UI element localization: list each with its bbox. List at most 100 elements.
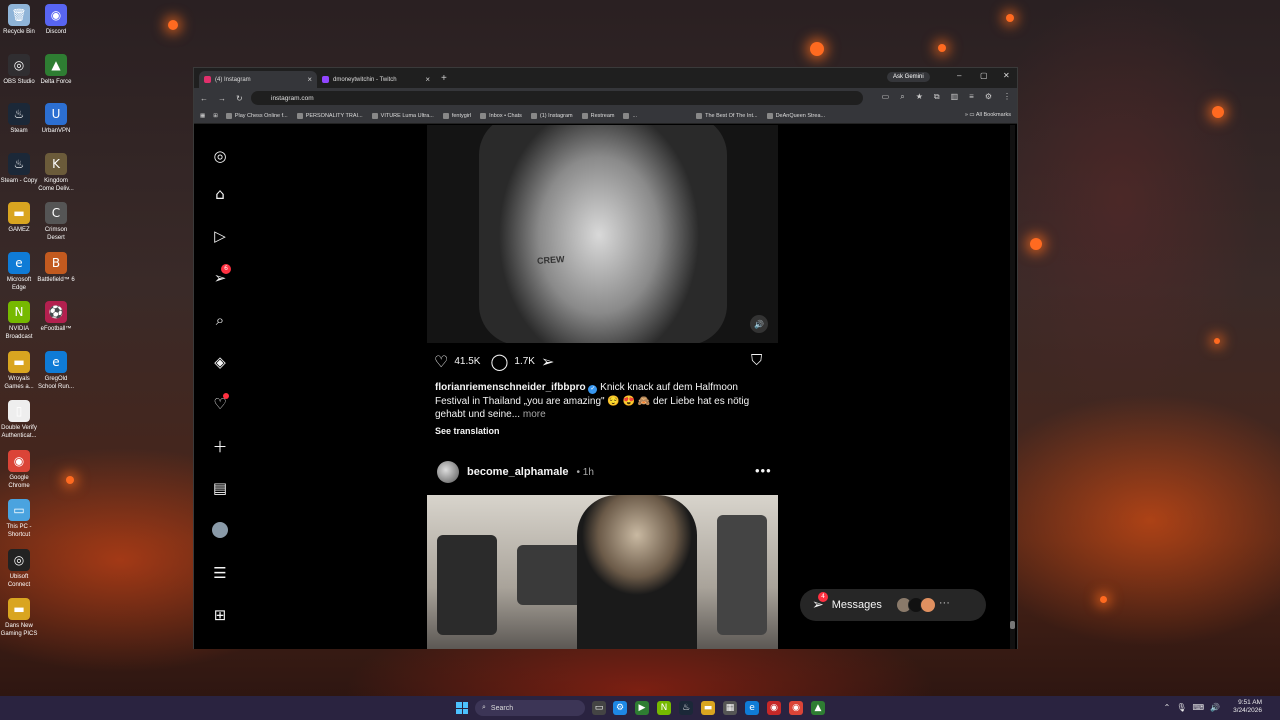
- close-window-button[interactable]: ✕: [1003, 71, 1010, 80]
- sidebar-icon[interactable]: ▥: [951, 92, 959, 102]
- edge-icon[interactable]: e: [745, 701, 759, 715]
- menu-icon[interactable]: ⋮: [1003, 92, 1011, 102]
- desktop-icon[interactable]: ▬ GAMEZ: [0, 202, 38, 234]
- all-bookmarks-button[interactable]: » ▭ All Bookmarks: [965, 112, 1011, 118]
- post-image[interactable]: [427, 495, 778, 649]
- share-icon[interactable]: ➢: [541, 352, 554, 371]
- settings-icon[interactable]: ⚙: [613, 701, 627, 715]
- post-username[interactable]: florianriemenschneider_ifbbpro: [435, 382, 586, 393]
- notifications-heart-icon[interactable]: ♡: [209, 393, 231, 415]
- install-app-icon[interactable]: ▭: [882, 92, 890, 102]
- tab-instagram[interactable]: (4) Instagram ×: [199, 71, 317, 88]
- bookmark-item[interactable]: The Best Of The Int...: [696, 112, 758, 119]
- bookmark-item[interactable]: PERSONALITY TRAI...: [296, 112, 363, 119]
- desktop-icon[interactable]: ⚽ eFootball™: [37, 301, 75, 333]
- desktop-icon[interactable]: ♨ Steam: [0, 103, 38, 135]
- zoom-icon[interactable]: ⌕: [900, 92, 904, 102]
- taskbar-search[interactable]: ⌕ Search: [475, 700, 585, 716]
- forward-button[interactable]: →: [218, 94, 226, 103]
- apps-icon[interactable]: ▦: [200, 113, 205, 119]
- microphone-icon[interactable]: 🎙: [1176, 703, 1186, 712]
- desktop-icon[interactable]: ◉ Google Chrome: [0, 449, 38, 490]
- start-button[interactable]: [456, 702, 468, 714]
- chrome-icon[interactable]: ◉: [789, 701, 803, 715]
- grid-icon[interactable]: ⊞: [213, 113, 218, 119]
- bookmark-item[interactable]: ...: [623, 112, 637, 119]
- bookmark-item[interactable]: Play Chess Online f...: [225, 112, 288, 119]
- explore-icon[interactable]: ◈: [209, 351, 231, 373]
- maximize-button[interactable]: ▢: [980, 71, 988, 80]
- audio-toggle-icon[interactable]: 🔊: [750, 315, 768, 333]
- instagram-logo-icon[interactable]: ◎: [209, 145, 231, 167]
- close-tab-icon[interactable]: ×: [307, 75, 312, 84]
- desktop-icon[interactable]: ♨ Steam - Copy: [0, 152, 38, 185]
- desktop-icon[interactable]: ◎ Ubisoft Connect: [0, 548, 38, 589]
- task-view-icon[interactable]: ▭: [592, 701, 606, 715]
- more-menu-icon[interactable]: ☰: [209, 562, 231, 584]
- delta-force-icon[interactable]: ▲: [811, 701, 825, 715]
- network-icon[interactable]: ⌨: [1192, 703, 1204, 712]
- desktop-icon[interactable]: N NVIDIA Broadcast: [0, 301, 38, 341]
- desktop-icon[interactable]: ◎ OBS Studio: [0, 53, 38, 86]
- post-options-icon[interactable]: •••: [755, 463, 772, 478]
- messages-nav-icon[interactable]: ➢ 6: [209, 264, 231, 289]
- search-icon[interactable]: ⌕: [209, 309, 231, 331]
- post-author-username[interactable]: become_alphamale: [467, 466, 569, 478]
- ask-gemini-button[interactable]: Ask Gemini: [887, 72, 930, 82]
- volume-icon[interactable]: 🔊: [1210, 703, 1220, 712]
- back-button[interactable]: ←: [200, 94, 208, 103]
- minimize-button[interactable]: –: [957, 71, 961, 80]
- clock[interactable]: 9:51 AM 3/24/2026: [1233, 699, 1262, 715]
- app-icon[interactable]: ◉: [767, 701, 781, 715]
- save-bookmark-icon[interactable]: ⛉: [751, 351, 762, 369]
- desktop-icon[interactable]: ▬ Dans New Gaming PICS: [0, 598, 38, 638]
- dashboard-icon[interactable]: ▤: [209, 477, 231, 499]
- desktop-icon[interactable]: e GregOld School Run...: [37, 350, 75, 391]
- terminal-icon[interactable]: ▶: [635, 701, 649, 715]
- profile-icon[interactable]: ⚙: [985, 92, 992, 102]
- desktop-icon[interactable]: ◉ Discord: [37, 4, 75, 36]
- home-icon[interactable]: ⌂: [209, 183, 231, 205]
- desktop-icon[interactable]: U UrbanVPN: [37, 103, 75, 135]
- bookmark-item[interactable]: Restream: [581, 112, 614, 119]
- desktop-icon[interactable]: ▭ This PC - Shortcut: [0, 499, 38, 539]
- desktop-icon[interactable]: C Crimson Desert: [37, 202, 75, 242]
- also-from-meta-icon[interactable]: ⊞: [209, 604, 231, 626]
- file-explorer-icon[interactable]: ▬: [701, 701, 715, 715]
- nvidia-icon[interactable]: N: [657, 701, 671, 715]
- desktop-icon[interactable]: B Battlefield™ 6: [37, 251, 75, 284]
- scrollbar-thumb[interactable]: [1010, 621, 1015, 629]
- reload-button[interactable]: ↻: [236, 94, 243, 103]
- desktop-icon[interactable]: e Microsoft Edge: [0, 251, 38, 292]
- reels-icon[interactable]: ▷: [209, 225, 231, 247]
- new-tab-button[interactable]: +: [441, 73, 447, 84]
- bookmark-item[interactable]: VITURE Luma Ultra...: [371, 112, 434, 119]
- store-icon[interactable]: ▦: [723, 701, 737, 715]
- see-translation-link[interactable]: See translation: [435, 426, 500, 436]
- desktop-icon[interactable]: ▲ Delta Force: [37, 53, 75, 86]
- tray-chevron-icon[interactable]: ⌃: [1164, 703, 1171, 712]
- profile-avatar[interactable]: [209, 519, 231, 541]
- extensions-icon[interactable]: ⧉: [934, 92, 940, 102]
- more-link[interactable]: more: [523, 409, 546, 420]
- create-icon[interactable]: ＋: [209, 435, 231, 457]
- desktop-icon[interactable]: K Kingdom Come Deliv...: [37, 152, 75, 193]
- desktop-icon[interactable]: 🗑 Recycle Bin: [0, 4, 38, 36]
- comment-icon[interactable]: ◯: [490, 352, 508, 371]
- bookmark-item[interactable]: DeAnQueen Strea...: [766, 112, 825, 119]
- bookmark-item[interactable]: fentygirl: [442, 112, 471, 119]
- page-scrollbar[interactable]: [1010, 125, 1015, 649]
- bookmark-item[interactable]: Inbox • Chats: [480, 112, 522, 119]
- tab-twitch[interactable]: dmoneytwitchin - Twitch ×: [317, 71, 435, 88]
- cast-icon[interactable]: ≡: [969, 92, 974, 102]
- messages-button[interactable]: ➢ 4 Messages ···: [800, 589, 986, 621]
- desktop-icon[interactable]: ▬ Wroyals Games a...: [0, 350, 38, 391]
- like-icon[interactable]: ♡: [434, 352, 448, 371]
- post-video[interactable]: CREW 🔊: [427, 125, 778, 343]
- url-input[interactable]: instagram.com: [251, 91, 863, 105]
- desktop-icon[interactable]: ▯ Double Verify Authenticat...: [0, 400, 38, 440]
- bookmark-item[interactable]: (1) Instagram: [530, 112, 573, 119]
- star-icon[interactable]: ★: [916, 92, 923, 102]
- close-tab-icon[interactable]: ×: [425, 75, 430, 84]
- post-author-avatar[interactable]: [437, 461, 459, 483]
